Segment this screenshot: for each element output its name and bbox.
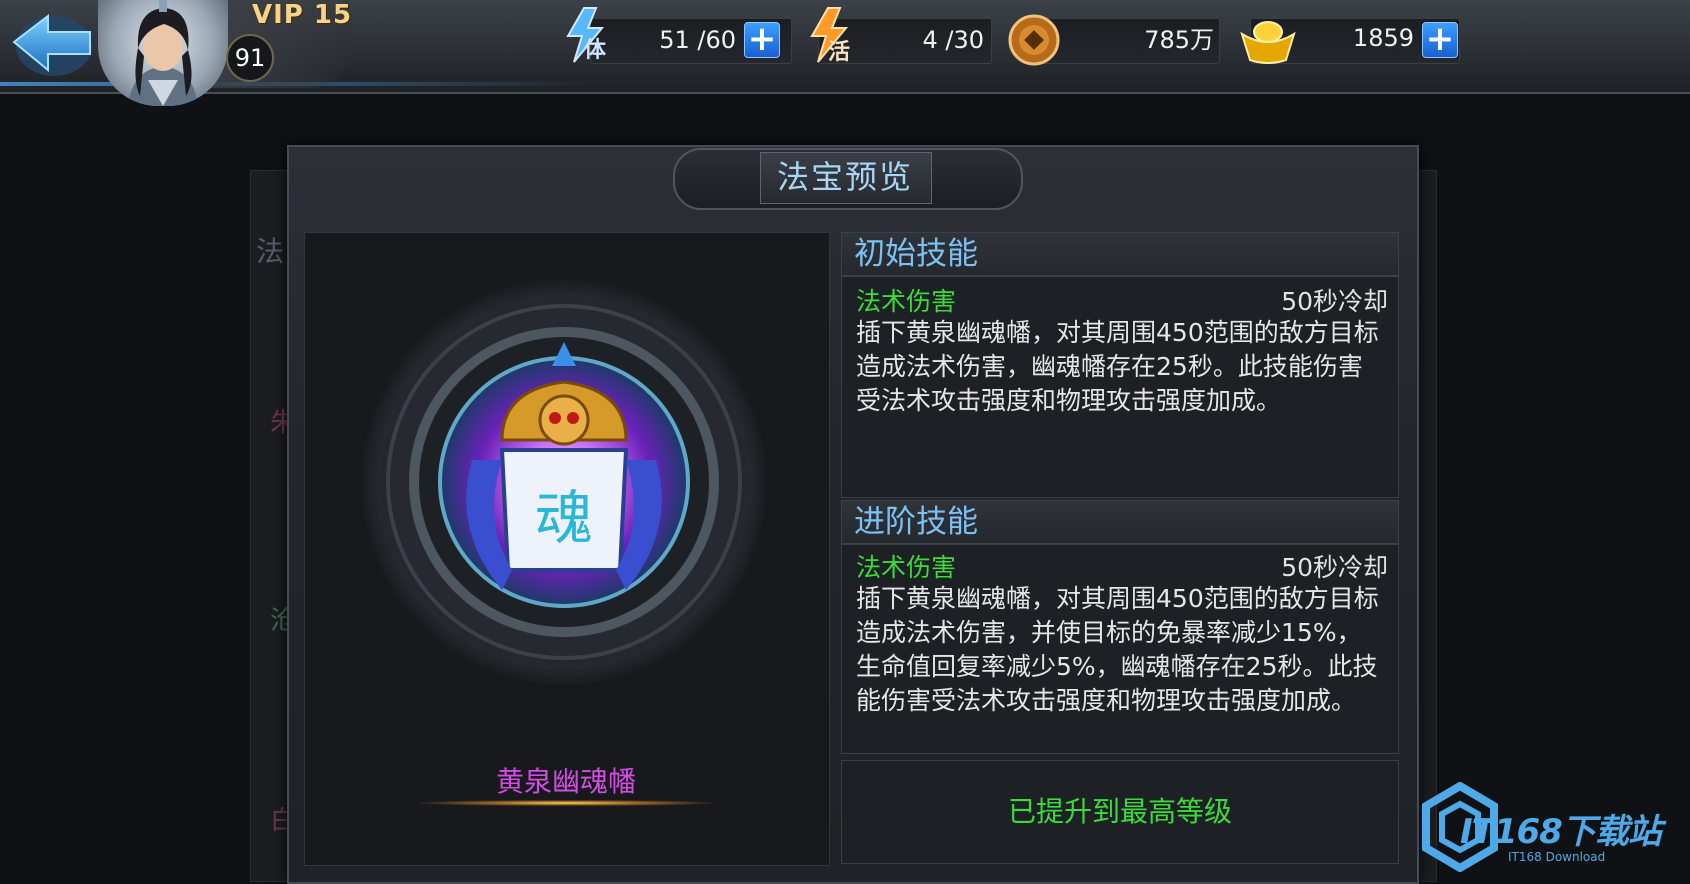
treasure-emblem-icon: 魂	[358, 276, 770, 688]
gold-value: 1859	[1352, 24, 1414, 52]
vitality-value: 4 /30	[922, 26, 984, 54]
stamina-icon-label: 体	[584, 38, 607, 63]
advanced-skill-cooldown: 50秒冷却	[1281, 553, 1388, 582]
description-line: 能伤害受法术攻击强度和物理攻击强度加成。	[856, 686, 1357, 715]
initial-skill-name: 法术伤害	[856, 287, 957, 316]
initial-skill-cooldown: 50秒冷却	[1281, 287, 1388, 316]
description-line: 插下黄泉幽魂幡，对其周围450范围的敌方目标	[856, 584, 1379, 613]
watermark-subtext: IT168 Download	[1508, 850, 1606, 864]
advanced-skill-description: 插下黄泉幽魂幡，对其周围450范围的敌方目标 造成法术伤害，并使目标的免暴率减少…	[856, 582, 1396, 718]
player-portrait-icon	[128, 0, 198, 106]
dialog-title: 法宝预览	[776, 158, 913, 196]
back-arrow-icon[interactable]	[10, 8, 94, 78]
gold-ingot-icon	[1240, 21, 1296, 64]
treasure-name-glow	[420, 800, 712, 806]
initial-skill-header: 初始技能	[841, 232, 1399, 276]
description-line: 受法术攻击强度和物理攻击强度加成。	[856, 386, 1282, 415]
description-line: 生命值回复率减少5%，幽魂幡存在25秒。此技	[856, 652, 1378, 681]
vip-label: VIP 15	[252, 0, 353, 30]
description-line: 造成法术伤害，幽魂幡存在25秒。此技能伤害	[856, 352, 1363, 381]
emblem-character: 魂	[535, 484, 593, 552]
copper-coin-icon	[1008, 14, 1060, 66]
description-line: 插下黄泉幽魂幡，对其周围450范围的敌方目标	[856, 318, 1379, 347]
coin-value: 785万	[1144, 26, 1214, 54]
stamina-value: 51 /60	[659, 26, 736, 54]
player-avatar[interactable]	[98, 0, 228, 106]
advanced-skill-header: 进阶技能	[841, 500, 1399, 544]
max-level-text: 已提升到最高等级	[1007, 795, 1232, 828]
vitality-icon-label: 活	[828, 40, 851, 65]
treasure-name: 黄泉幽魂幡	[495, 765, 636, 798]
player-level: 91	[226, 34, 274, 82]
description-line: 造成法术伤害，并使目标的免暴率减少15%，	[856, 618, 1362, 647]
stamina-plus-button[interactable]: +	[744, 22, 780, 58]
background-tab: 法	[256, 235, 285, 268]
gold-plus-button[interactable]: +	[1422, 22, 1458, 58]
advanced-skill-name: 法术伤害	[856, 553, 957, 582]
watermark-text: IT168下载站	[1460, 812, 1662, 852]
initial-skill-description: 插下黄泉幽魂幡，对其周围450范围的敌方目标 造成法术伤害，幽魂幡存在25秒。此…	[856, 316, 1396, 418]
